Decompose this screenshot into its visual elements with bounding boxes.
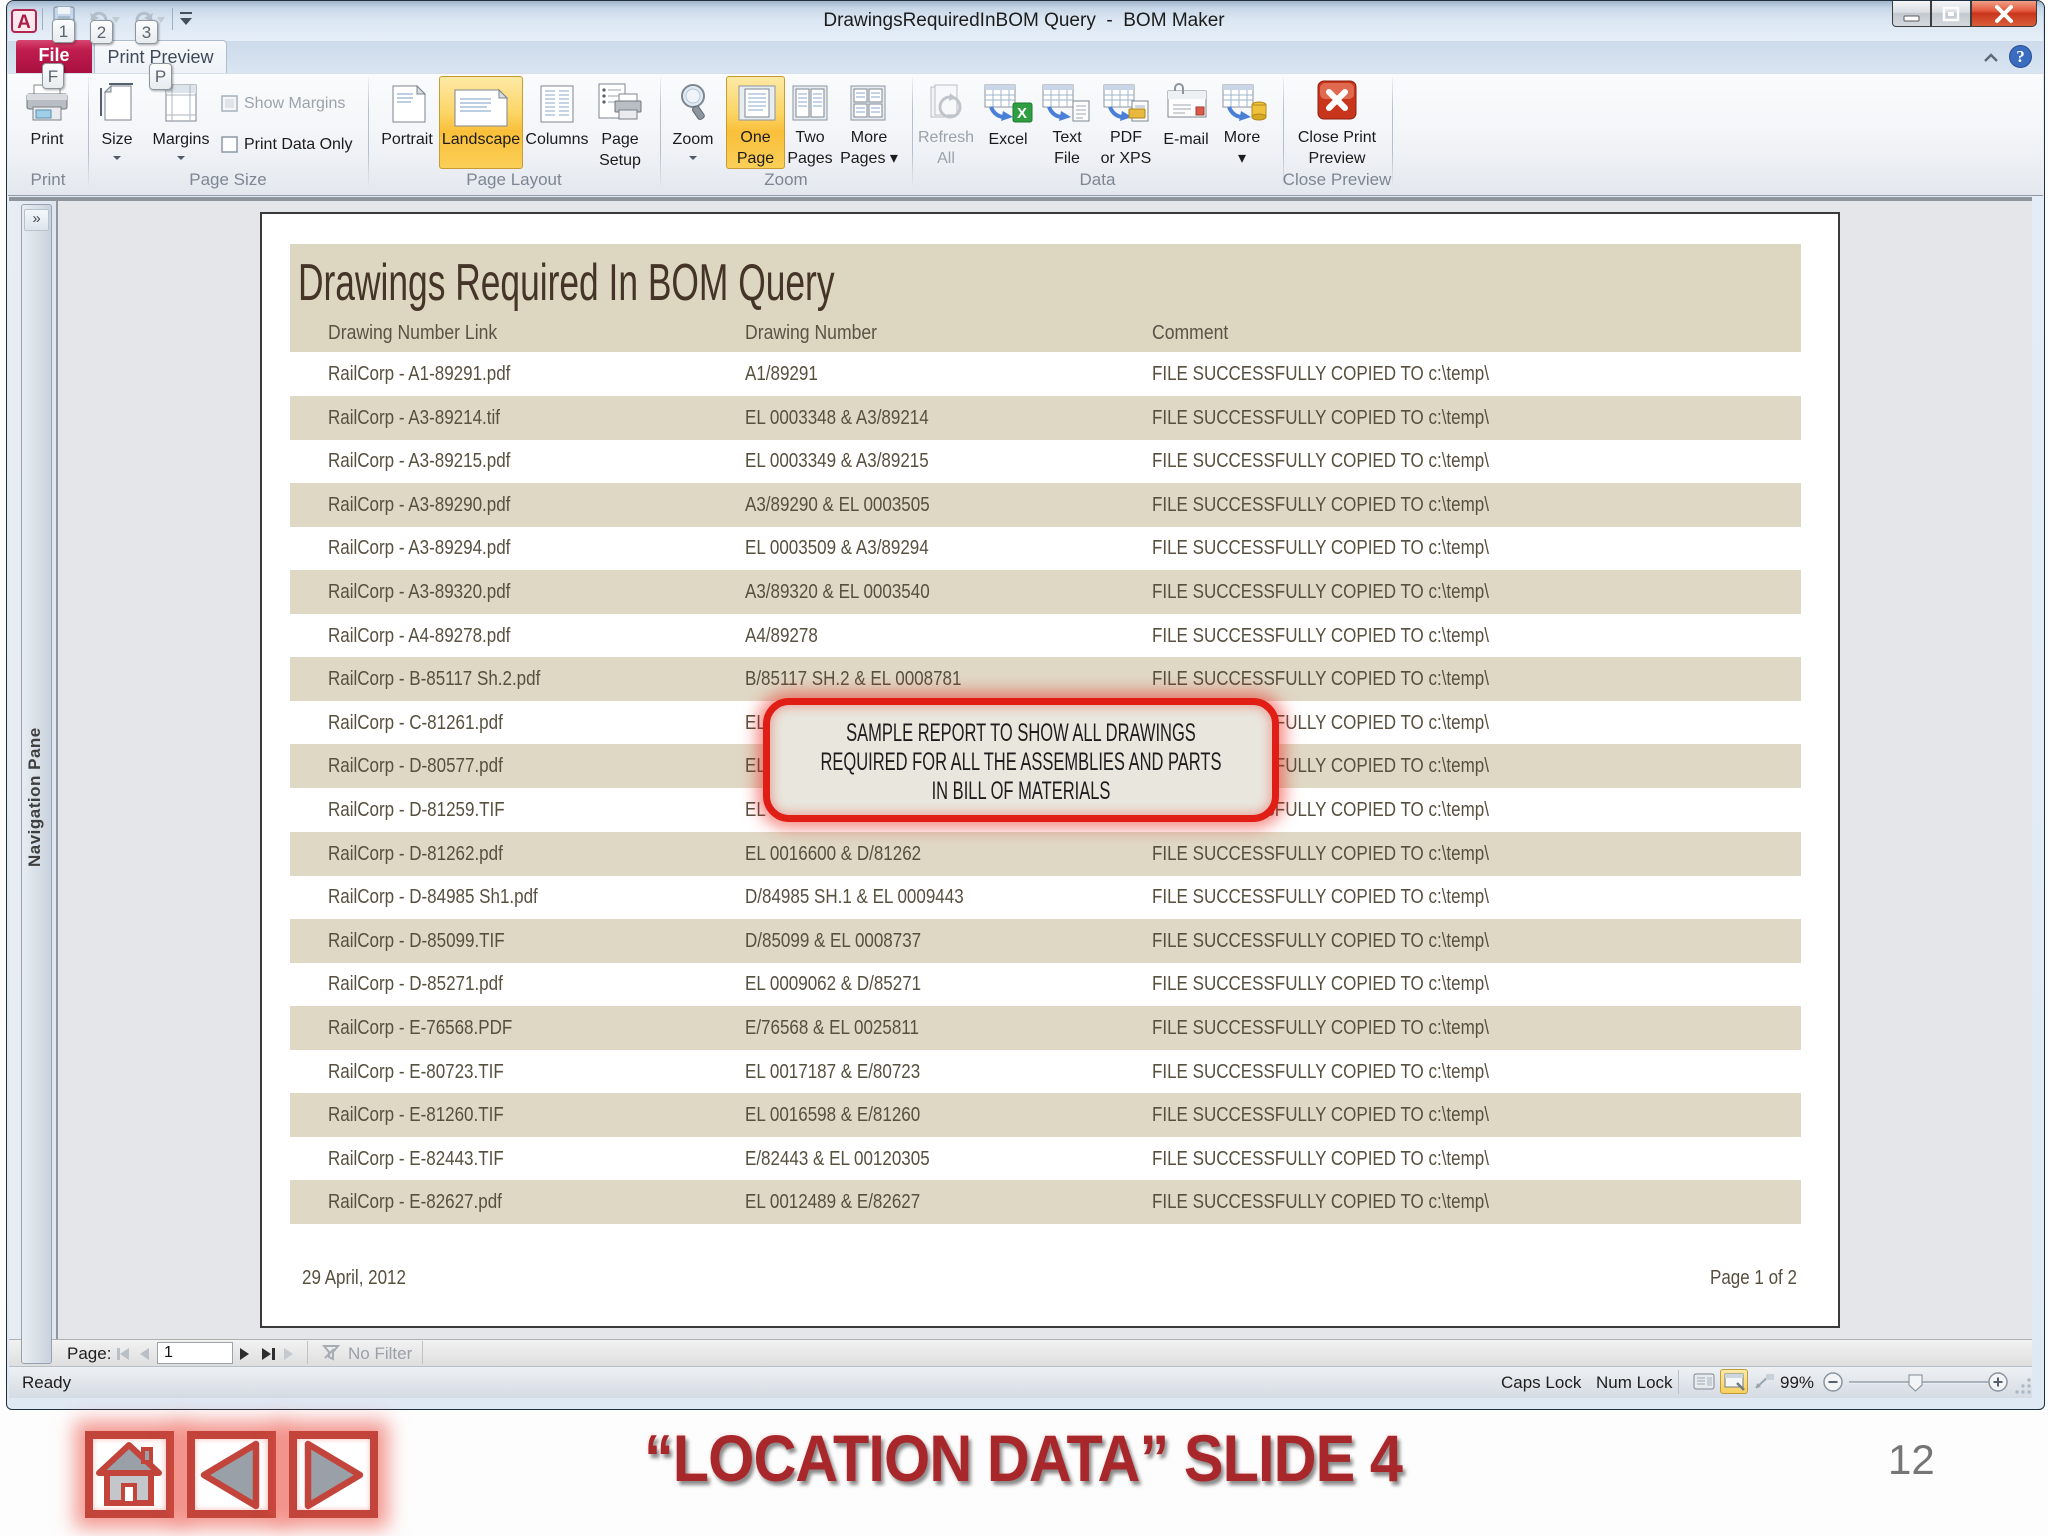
svg-text:X: X	[1017, 105, 1027, 122]
svg-text:A: A	[17, 12, 31, 33]
svg-text:?: ?	[2016, 47, 2025, 66]
